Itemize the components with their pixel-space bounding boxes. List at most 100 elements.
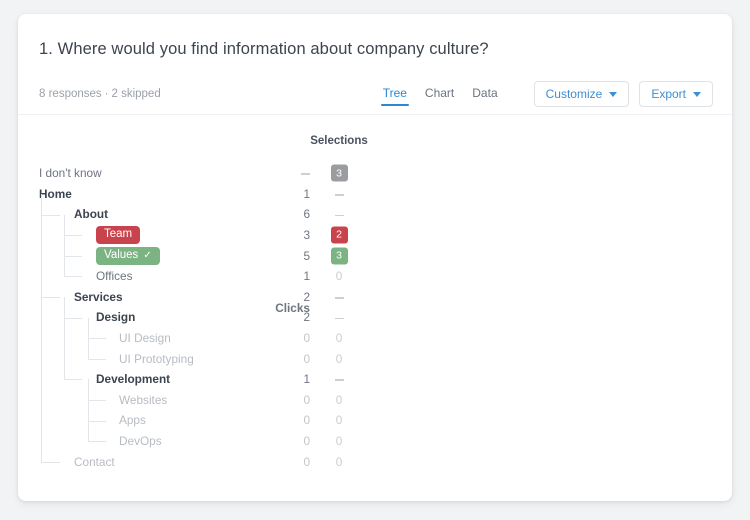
tree-connector-stub [88,421,106,422]
cell-clicks: 0 [255,331,310,345]
export-button[interactable]: Export [639,81,713,107]
tree-connector-stub [64,379,82,380]
table-row[interactable]: Design 2 [18,307,732,328]
table-row[interactable]: About 6 [18,204,732,225]
tree-node-label: About [74,207,108,221]
customize-button-label: Customize [546,87,603,101]
cell-selections: 0 [303,455,375,469]
cell-selections: 0 [303,331,375,345]
tree-node-label: Apps [119,413,146,427]
cell-clicks: 2 [255,310,310,324]
dash-icon [335,215,344,217]
column-header-selections: Selections [303,135,375,147]
tab-data[interactable]: Data [463,83,506,106]
tab-tree[interactable]: Tree [374,83,416,106]
table-row[interactable]: Team 32 [18,225,732,246]
tree-connector-stub [88,338,106,339]
export-button-label: Export [651,87,686,101]
tree-connector-stub [41,215,60,216]
tree-node-label: Development [96,372,170,386]
table-row[interactable]: DevOps 00 [18,431,732,452]
responses-count: 8 responses [39,88,102,100]
tree-node-text: Team [104,229,132,241]
cell-selections: 3 [303,247,375,264]
question-card: 1. Where would you find information abou… [18,14,732,501]
card-header: 1. Where would you find information abou… [18,14,732,114]
tree-node-label: I don't know [39,166,102,180]
status-badge: 3 [331,247,348,264]
cell-clicks: 1 [255,187,310,201]
tree-node-label: Contact [74,455,115,469]
tree-node-label: Websites [119,393,167,407]
table-row[interactable]: UI Design 00 [18,328,732,349]
tree-connector-stub [41,462,60,463]
cell-selections [303,290,375,304]
cell-clicks: 0 [255,393,310,407]
tree-node-label: UI Design [119,331,171,345]
cell-selections: 0 [303,413,375,427]
tree-node-text: Values [104,250,138,262]
tree-connector-trunk [41,194,42,462]
cell-selections: 0 [303,352,375,366]
cell-selections [303,372,375,386]
table-row[interactable]: Home 1 [18,184,732,205]
tree-connector-branch [88,379,89,441]
customize-button[interactable]: Customize [534,81,630,107]
cell-clicks [255,166,310,180]
header-actions: Tree Chart Data Customize Export [374,81,713,107]
chevron-down-icon [609,92,617,97]
table-row[interactable]: Offices 10 [18,266,732,287]
table-row[interactable]: I don't know 3 [18,163,732,184]
tree-connector-stub [64,276,82,277]
cell-selections [303,310,375,324]
cell-clicks: 3 [255,228,310,242]
cell-clicks: 2 [255,290,310,304]
tree-node-label: Offices [96,269,133,283]
tree-node-label: Design [96,310,135,324]
cell-clicks: 0 [255,352,310,366]
tree-connector-branch [64,297,65,379]
tree-node-label: DevOps [119,434,162,448]
page-title: 1. Where would you find information abou… [39,40,489,59]
chevron-down-icon [693,92,701,97]
tree-connector-stub [88,400,106,401]
tree-connector-stub [41,297,60,298]
table-row[interactable]: UI Prototyping 00 [18,348,732,369]
tree-connector-stub [64,318,82,319]
table-row[interactable]: Contact00 [18,451,732,472]
table-row[interactable]: Development1 [18,369,732,390]
view-tabs: Tree Chart Data [374,83,507,106]
tree-node-label: Home [39,187,72,201]
cell-clicks: 6 [255,207,310,221]
tree-connector-branch [64,215,65,277]
tree-table: Clicks Selections I don't know3Home1Abou… [18,115,732,501]
status-badge: 3 [331,165,348,182]
table-row[interactable]: Services2 [18,287,732,308]
tree-node-label: UI Prototyping [119,352,194,366]
dash-icon [335,194,344,196]
response-meta: 8 responses·2 skipped [39,88,161,100]
dash-icon [335,318,344,320]
cell-clicks: 1 [255,269,310,283]
table-row[interactable]: Websites 00 [18,390,732,411]
check-icon: ✓ [143,251,151,261]
cell-clicks: 0 [255,413,310,427]
tree-connector-stub [64,256,82,257]
tree-connector-stub [88,441,106,442]
cell-selections: 3 [303,165,375,182]
tree-node-label: Team [96,226,140,244]
dash-icon [335,297,344,299]
cell-clicks: 0 [255,434,310,448]
cell-selections: 0 [303,269,375,283]
tree-node-label: Values ✓ [96,247,160,265]
dash-icon [335,379,344,381]
cell-selections: 2 [303,227,375,244]
cell-selections [303,207,375,221]
table-row[interactable]: Apps 00 [18,410,732,431]
tab-chart[interactable]: Chart [416,83,463,106]
table-row[interactable]: Values✓53 [18,245,732,266]
cell-selections: 0 [303,393,375,407]
cell-selections: 0 [303,434,375,448]
tree-connector-stub [88,359,106,360]
tree-node-pill: Values ✓ [96,247,160,265]
